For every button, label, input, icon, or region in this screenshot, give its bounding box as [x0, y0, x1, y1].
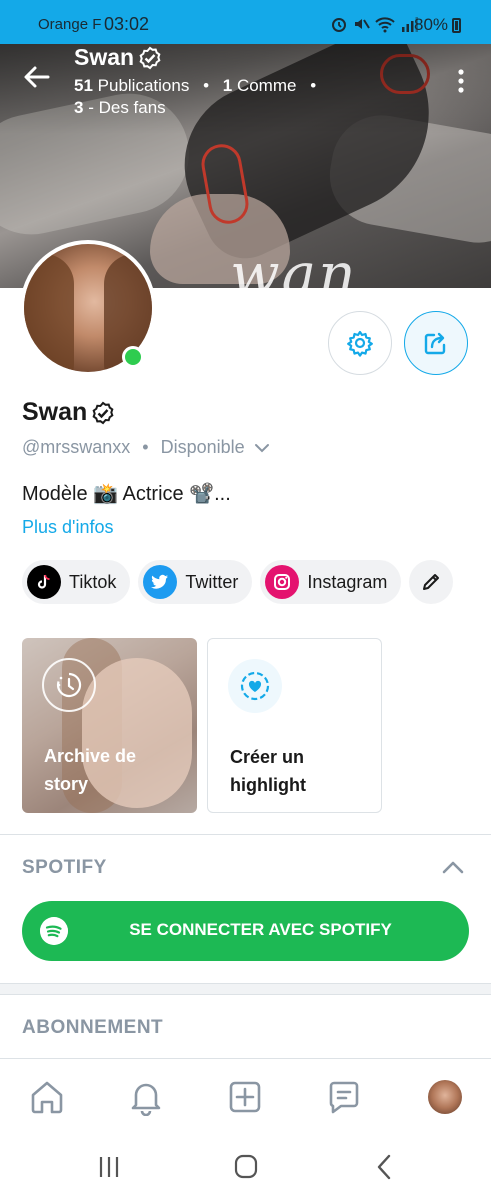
back-arrow-icon[interactable] — [22, 62, 52, 92]
profile-name: Swan — [22, 398, 115, 427]
social-link-label: Twitter — [185, 571, 239, 592]
nav-messages[interactable] — [324, 1077, 364, 1117]
publications-label: Publications — [97, 76, 190, 95]
header-profile-name: Swan — [74, 44, 162, 71]
tiktok-icon — [27, 565, 61, 599]
create-highlight-card[interactable]: Créer un highlight — [207, 638, 382, 813]
header-fans: 3 - Des fans — [74, 98, 166, 118]
verified-badge-icon — [92, 401, 114, 424]
edit-social-links-button[interactable] — [409, 560, 454, 604]
share-icon — [424, 332, 446, 355]
comments-count: 1 — [222, 76, 233, 95]
nav-home[interactable] — [27, 1077, 67, 1117]
bottom-navigation — [0, 1058, 491, 1134]
gear-icon — [347, 330, 373, 357]
status-clock: 03:02 — [104, 14, 150, 34]
nav-profile[interactable] — [425, 1077, 465, 1117]
section-gap — [0, 984, 491, 994]
add-post-icon — [229, 1081, 261, 1113]
handle-line: @mrsswanxx • Disponible — [22, 437, 273, 458]
section-divider — [0, 994, 491, 995]
social-link-instagram[interactable]: Instagram — [260, 560, 402, 604]
stats-separator: • — [310, 76, 317, 95]
subscription-section-title: ABONNEMENT — [22, 1017, 164, 1038]
chevron-down-icon[interactable] — [251, 439, 273, 457]
more-options-icon[interactable] — [452, 66, 470, 96]
social-links: Tiktok Twitter Instagram — [22, 560, 454, 604]
history-icon — [42, 658, 96, 712]
system-icons — [330, 15, 420, 33]
battery-icon — [452, 18, 461, 33]
pencil-icon — [423, 574, 440, 590]
handle-separator: • — [142, 437, 149, 457]
publications-count: 51 — [74, 76, 93, 95]
messages-icon — [329, 1081, 359, 1114]
availability-status[interactable]: Disponible — [161, 437, 245, 458]
wifi-icon — [375, 17, 395, 33]
verified-badge-icon — [139, 46, 161, 69]
profile-avatar — [428, 1080, 462, 1114]
settings-button[interactable] — [328, 311, 392, 375]
heart-circle-icon — [228, 659, 282, 713]
fans-count: 3 — [74, 98, 84, 117]
archive-label: Archive de story — [44, 746, 137, 794]
profile-handle: @mrsswanxx — [22, 437, 131, 457]
profile-bio: Modèle 📸 Actrice 📽️... — [22, 483, 231, 505]
alarm-icon — [332, 18, 346, 32]
twitter-icon — [143, 565, 178, 599]
share-profile-button[interactable] — [404, 311, 468, 375]
carrier-name: Orange F — [38, 16, 102, 33]
chevron-up-icon[interactable] — [440, 858, 466, 878]
spotify-connect-label: SE CONNECTER AVEC SPOTIFY — [129, 920, 392, 939]
comments-label: Comme — [236, 76, 297, 95]
cover-handwriting: wan — [230, 240, 358, 288]
bell-icon — [131, 1083, 161, 1116]
social-link-twitter[interactable]: Twitter — [138, 560, 253, 604]
instagram-icon — [265, 565, 300, 599]
story-archive-card[interactable]: Archive de story — [22, 638, 197, 813]
mute-icon — [355, 19, 370, 29]
stats-separator: • — [203, 76, 210, 95]
nav-notifications[interactable] — [126, 1077, 166, 1117]
social-link-label: Tiktok — [69, 571, 117, 592]
home-button-icon[interactable] — [231, 1154, 261, 1180]
social-link-label: Instagram — [307, 571, 388, 592]
spotify-section-title: SPOTIFY — [22, 857, 107, 878]
fans-label: - Des fans — [88, 98, 166, 117]
create-highlight-label: Créer un highlight — [230, 747, 306, 795]
profile-name-text: Swan — [22, 398, 88, 426]
more-info-link[interactable]: Plus d'infos — [22, 517, 114, 538]
home-icon — [31, 1081, 63, 1114]
back-button-icon[interactable] — [370, 1154, 400, 1180]
nav-add-post[interactable] — [225, 1077, 265, 1117]
avatar-hair — [24, 254, 74, 372]
status-bar: Orange F 03:02 80% — [0, 0, 491, 44]
recent-apps-icon[interactable] — [94, 1154, 124, 1180]
social-link-tiktok[interactable]: Tiktok — [22, 560, 131, 604]
spotify-connect-button[interactable]: SE CONNECTER AVEC SPOTIFY — [22, 901, 469, 961]
android-navigation-bar — [0, 1134, 491, 1200]
header-name-text: Swan — [74, 44, 135, 70]
header-stats: 51 Publications • 1 Comme • — [74, 76, 325, 96]
section-divider — [0, 834, 491, 835]
battery-percent: 80% — [414, 15, 449, 34]
online-status-dot — [122, 346, 144, 368]
